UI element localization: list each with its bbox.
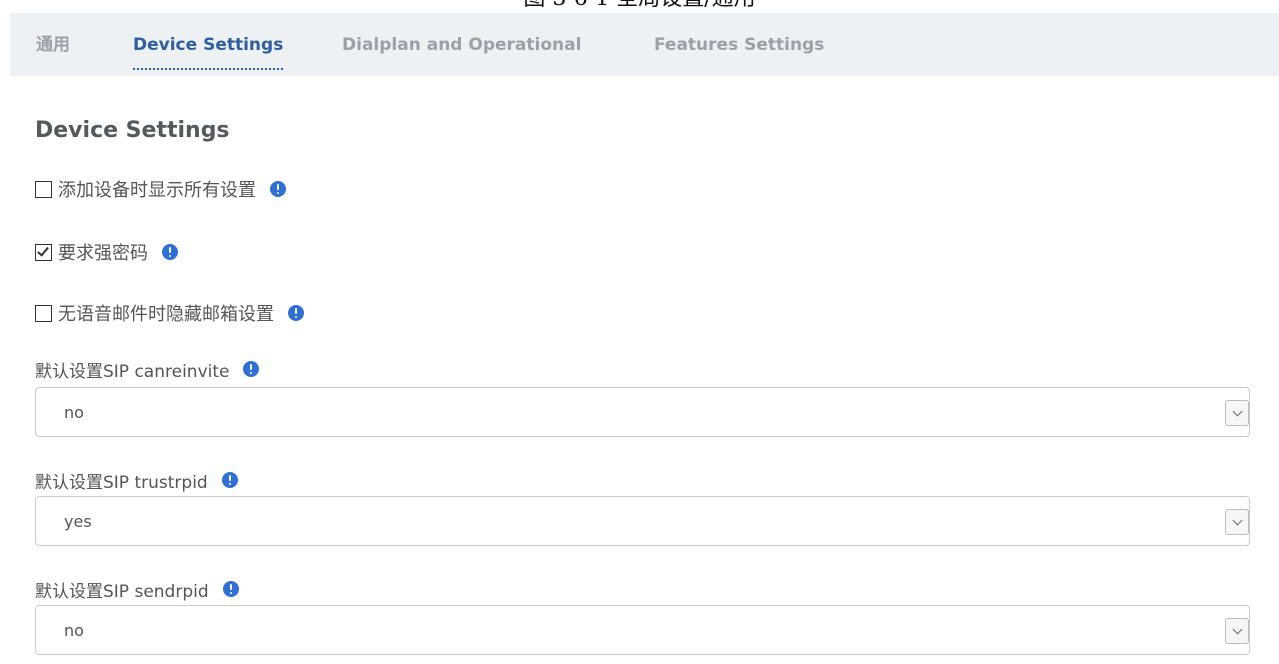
tab-label: Features Settings xyxy=(654,35,825,55)
info-icon[interactable] xyxy=(222,581,239,597)
tab-label: Device Settings xyxy=(133,35,284,55)
checkbox-show-all-settings[interactable]: 添加设备时显示所有设置 xyxy=(35,175,286,203)
select-sendrpid[interactable]: no xyxy=(35,605,1250,655)
select-value: no xyxy=(64,403,84,422)
info-icon[interactable] xyxy=(162,244,178,260)
checkbox-unchecked[interactable] xyxy=(35,304,52,322)
chevron-down-icon[interactable] xyxy=(1225,509,1249,535)
tab-device-settings[interactable]: Device Settings xyxy=(133,33,284,70)
info-icon[interactable] xyxy=(288,305,304,321)
chevron-down-icon[interactable] xyxy=(1225,618,1249,644)
field-label-canreinvite: 默认设置SIP canreinvite xyxy=(35,356,260,382)
checkbox-unchecked[interactable] xyxy=(35,180,52,198)
tab-features-settings[interactable]: Features Settings xyxy=(654,33,824,57)
chevron-down-icon[interactable] xyxy=(1225,400,1249,426)
field-label-trustrpid: 默认设置SIP trustrpid xyxy=(35,467,238,493)
checkbox-label: 要求强密码 xyxy=(58,243,148,264)
checkbox-label: 添加设备时显示所有设置 xyxy=(58,180,256,201)
tab-general[interactable]: 通用 xyxy=(36,33,70,57)
select-canreinvite[interactable]: no xyxy=(35,387,1250,437)
select-value: no xyxy=(64,621,84,640)
tab-label: 通用 xyxy=(36,35,70,55)
field-label-text: 默认设置SIP canreinvite xyxy=(35,361,230,382)
tab-bar: 通用 Device Settings Dialplan and Operatio… xyxy=(10,13,1279,76)
tab-dialplan-and-operational[interactable]: Dialplan and Operational xyxy=(342,33,581,57)
checkbox-hide-mailbox-settings[interactable]: 无语音邮件时隐藏邮箱设置 xyxy=(35,299,304,327)
figure-caption: 图 3-6-1 全局设置/通用 xyxy=(0,0,1279,12)
section-title: Device Settings xyxy=(35,118,230,143)
field-label-sendrpid: 默认设置SIP sendrpid xyxy=(35,576,239,602)
field-label-text: 默认设置SIP trustrpid xyxy=(35,472,208,493)
info-icon[interactable] xyxy=(221,472,238,488)
checkmark-icon xyxy=(37,243,49,257)
info-icon[interactable] xyxy=(270,181,286,197)
checkbox-label: 无语音邮件时隐藏邮箱设置 xyxy=(58,304,274,325)
field-label-text: 默认设置SIP sendrpid xyxy=(35,581,209,602)
checkbox-checked[interactable] xyxy=(35,243,52,261)
info-icon[interactable] xyxy=(243,361,260,377)
select-trustrpid[interactable]: yes xyxy=(35,496,1250,546)
active-tab-indicator xyxy=(133,68,284,70)
checkbox-require-strong-password[interactable]: 要求强密码 xyxy=(35,238,178,266)
select-value: yes xyxy=(64,512,92,531)
tab-label: Dialplan and Operational xyxy=(342,35,582,55)
